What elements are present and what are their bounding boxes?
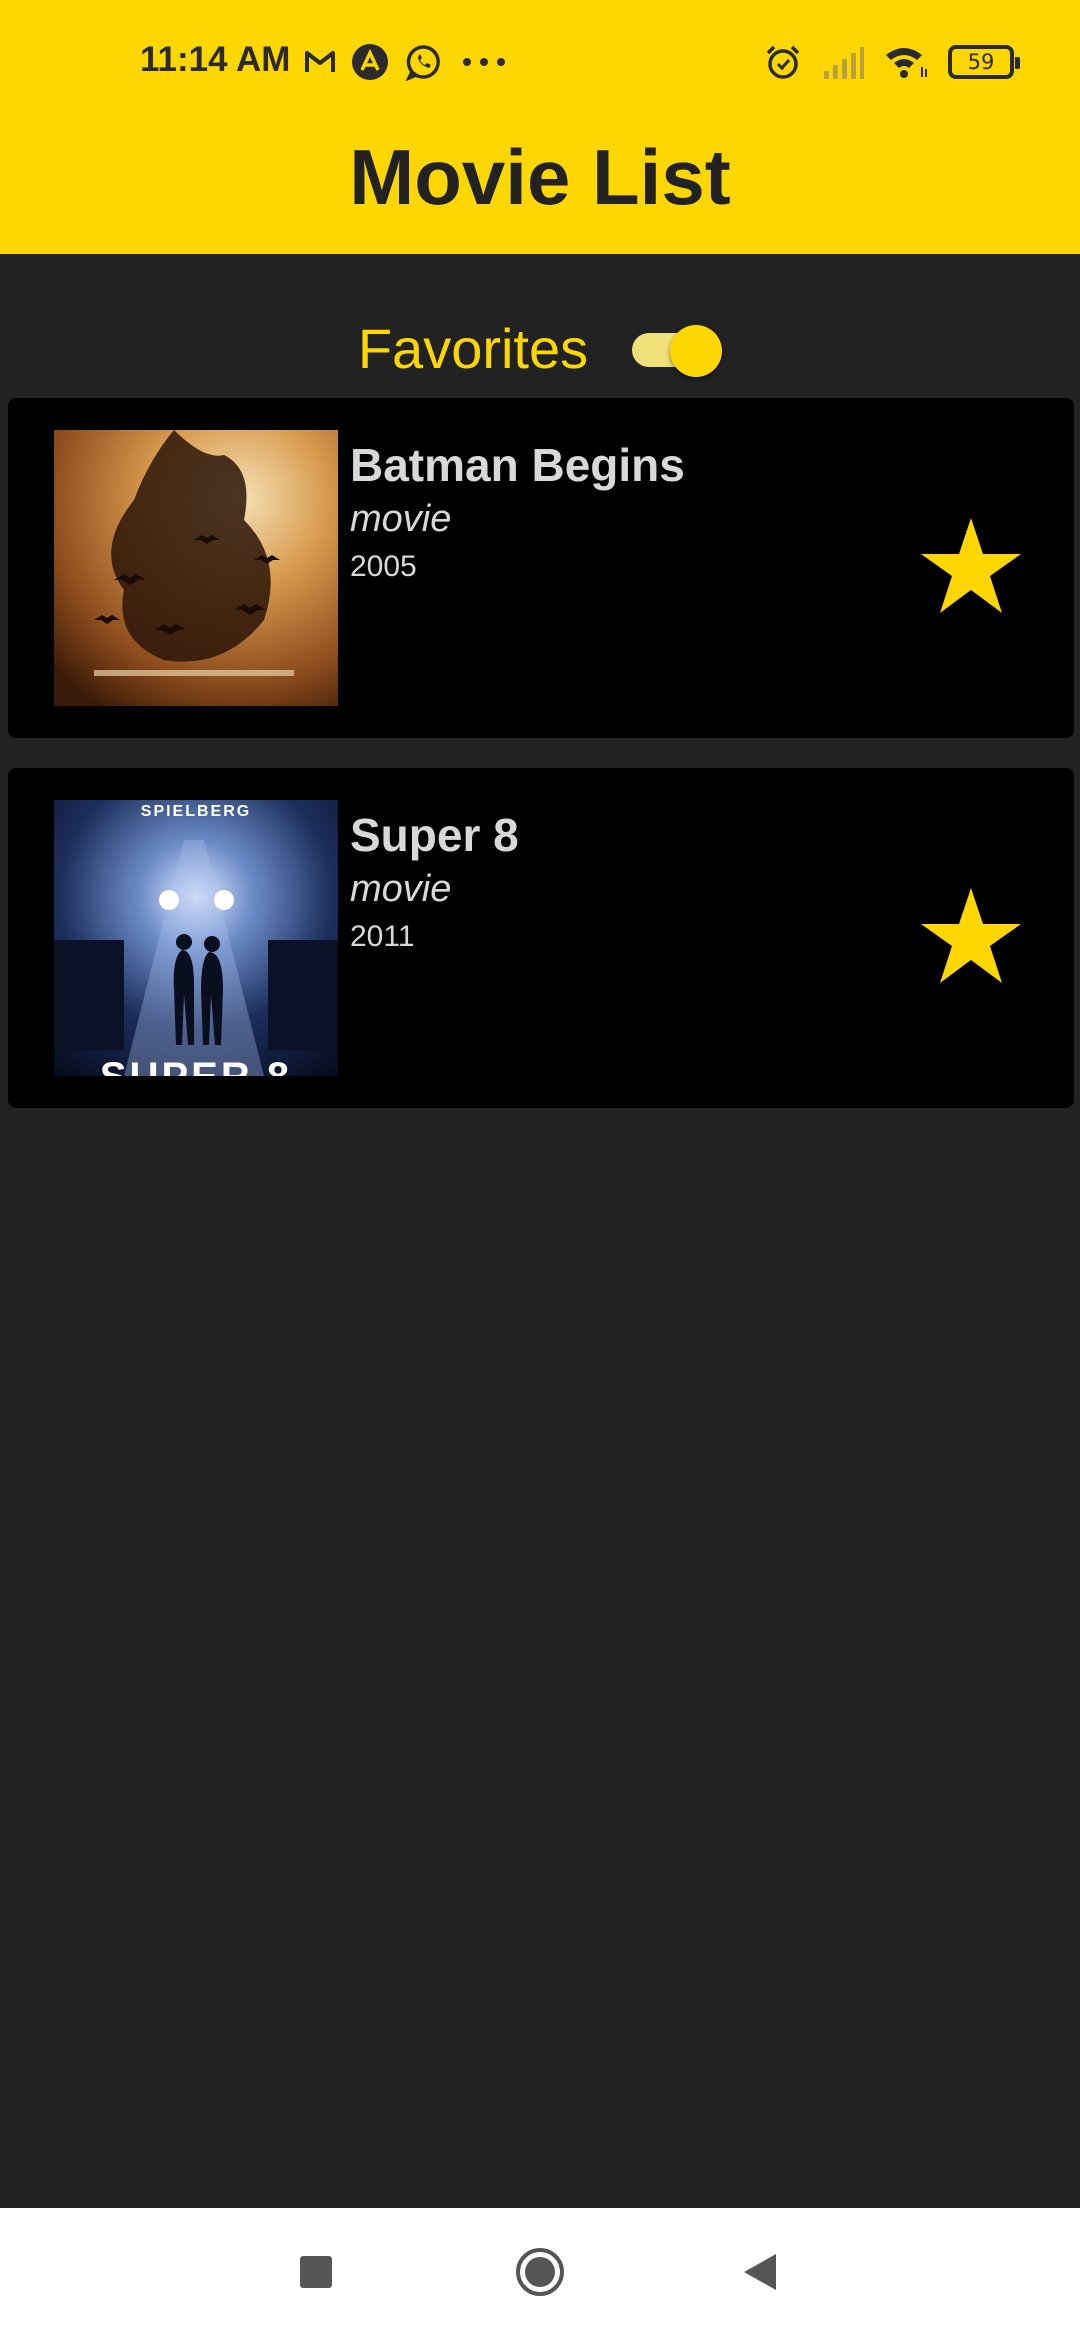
recents-button[interactable] [300,2256,332,2288]
favorite-star-icon[interactable] [920,886,1022,986]
favorites-toggle[interactable] [630,317,723,379]
movie-title: Batman Begins [350,439,685,491]
battery-level: 59 [967,50,995,74]
wifi-icon [884,45,928,79]
back-button[interactable] [742,2252,778,2292]
status-bar: 11:14 AM 59 [0,0,1080,124]
page-title: Movie List [349,133,731,221]
home-button[interactable] [514,2246,566,2298]
signal-icon [822,45,864,79]
super-8-poster: SPIELBERG SUPER 8 [54,800,338,1076]
batman-begins-poster [54,430,338,706]
app-header: 11:14 AM 59 Movie List [0,0,1080,254]
movie-year: 2011 [350,920,415,953]
movie-type: movie [350,868,452,910]
movie-year: 2005 [350,550,417,583]
poster-title-text: SUPER 8 [100,1055,292,1076]
status-time: 11:14 AM [140,40,291,79]
system-nav-bar [0,2208,1080,2340]
alarm-icon [764,43,802,81]
favorites-label: Favorites [357,316,589,380]
movie-title: Super 8 [350,809,519,861]
toggle-thumb [670,325,723,377]
whatsapp-icon [405,43,443,81]
movie-type: movie [350,498,452,540]
battery-icon: 59 [948,45,1020,79]
status-left-icons [305,42,509,82]
favorite-star-icon[interactable] [920,516,1022,616]
movie-card[interactable]: SPIELBERG SUPER 8 Super 8 movie 2011 [8,768,1074,1108]
favorites-filter-row: Favorites [0,310,1080,386]
movie-card[interactable]: Batman Begins movie 2005 [8,398,1074,738]
more-dots-icon [459,57,509,67]
app-icon [351,43,389,81]
poster-director-text: SPIELBERG [141,803,251,820]
status-right-icons: 59 [764,40,1020,84]
gmail-icon [305,50,335,74]
